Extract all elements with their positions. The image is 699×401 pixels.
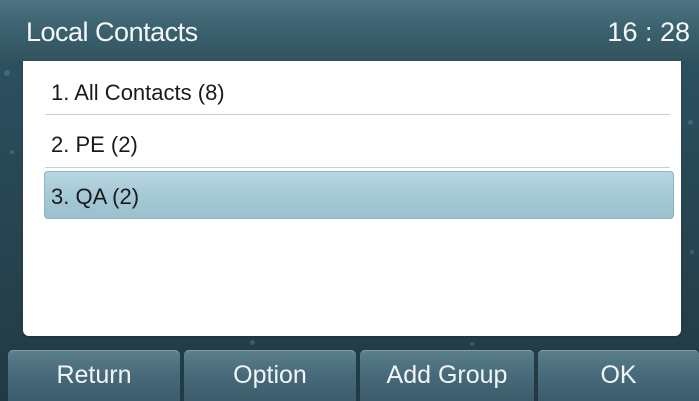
add-group-button-label: Add Group — [386, 361, 508, 389]
softkey-bar: Return Option Add Group OK — [0, 350, 699, 401]
option-button[interactable]: Option — [184, 350, 356, 401]
background-particle — [688, 120, 693, 125]
clock-display: 16 : 28 — [607, 17, 690, 47]
list-item-label: 1. All Contacts (8) — [51, 80, 225, 105]
list-item-label: 3. QA (2) — [51, 184, 140, 209]
ok-button-label: OK — [600, 361, 637, 389]
phone-screen: Local Contacts 16 : 28 1. All Contacts (… — [0, 0, 699, 401]
return-button[interactable]: Return — [8, 350, 180, 401]
list-item-pe[interactable]: 2. PE (2) — [23, 119, 681, 169]
list-divider — [45, 114, 670, 115]
return-button-label: Return — [56, 361, 132, 389]
option-button-label: Option — [233, 361, 307, 389]
list-item-label: 2. PE (2) — [51, 132, 138, 157]
list-item-qa[interactable]: 3. QA (2) — [23, 171, 681, 221]
page-title: Local Contacts — [26, 17, 198, 47]
background-particle — [10, 150, 14, 154]
list-item-all-contacts[interactable]: 1. All Contacts (8) — [23, 67, 681, 117]
add-group-button[interactable]: Add Group — [360, 350, 534, 401]
title-bar: Local Contacts 16 : 28 — [0, 0, 699, 60]
ok-button[interactable]: OK — [538, 350, 699, 401]
list-divider — [45, 167, 670, 168]
contact-group-list: 1. All Contacts (8) 2. PE (2) 3. QA (2) — [23, 61, 681, 336]
background-particle — [690, 250, 694, 254]
background-particle — [250, 340, 255, 345]
background-particle — [4, 70, 10, 76]
background-particle — [470, 342, 474, 346]
